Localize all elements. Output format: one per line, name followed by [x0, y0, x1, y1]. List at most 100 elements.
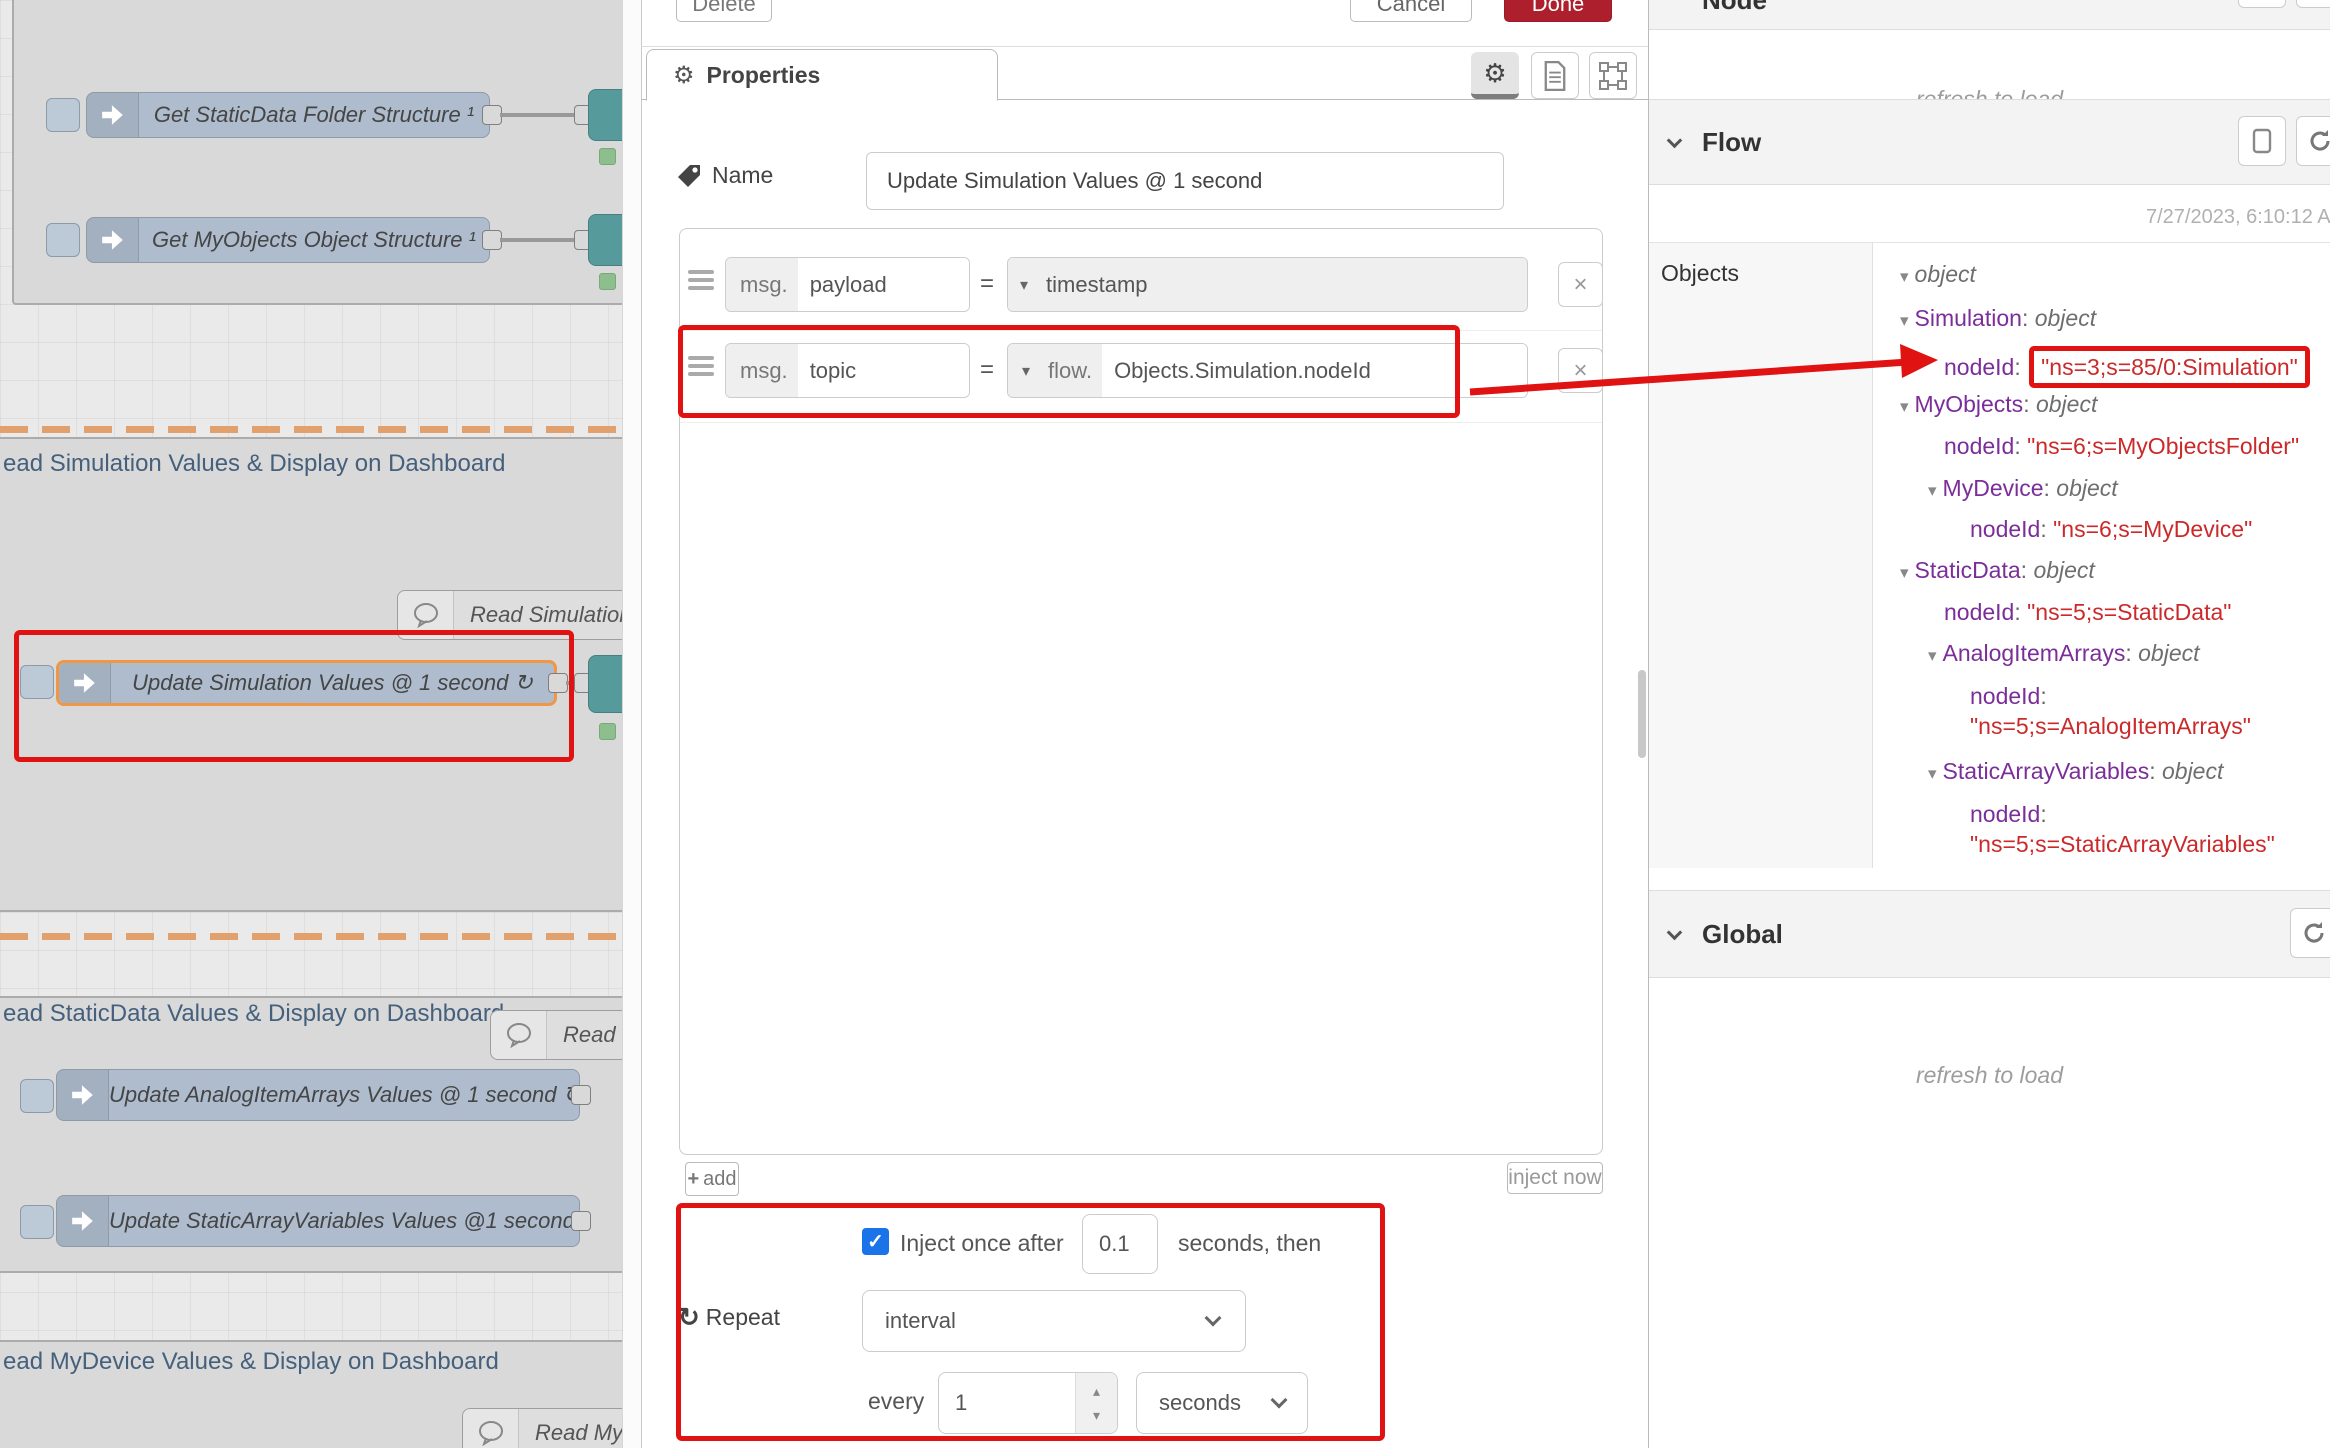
comment-node[interactable]: Read MyD — [462, 1408, 622, 1448]
remove-rule-button[interactable]: × — [1558, 262, 1603, 307]
tree-row[interactable]: ▾StaticData: object — [1900, 555, 2095, 588]
refresh-node-context-button[interactable] — [2296, 0, 2330, 8]
every-value-input[interactable]: 1 ▴ ▾ — [938, 1372, 1118, 1434]
flow-canvas[interactable]: Get StaticData Folder Structure ¹ Get My… — [0, 0, 622, 1448]
inject-node[interactable]: Update StaticArrayVariables Values @1 se… — [56, 1195, 580, 1247]
every-units-select[interactable]: seconds — [1136, 1372, 1308, 1434]
section-node-label: Node — [1702, 0, 1767, 16]
type-caret-icon[interactable]: ▾ — [1020, 275, 1028, 295]
inject-node[interactable]: Get StaticData Folder Structure ¹ — [86, 92, 490, 138]
refresh-flow-context-button[interactable] — [2296, 116, 2330, 166]
repeat-select[interactable]: interval — [862, 1290, 1246, 1352]
refresh-icon — [2301, 920, 2327, 946]
nodeid-value-highlighted: "ns=3;s=85/0:Simulation" — [2029, 346, 2310, 388]
inject-trigger-button[interactable] — [20, 665, 54, 699]
dialog-scrollbar[interactable] — [1638, 670, 1646, 758]
inject-node[interactable]: Get MyObjects Object Structure ¹ — [86, 217, 490, 263]
tree-row[interactable]: ▾Simulation: object — [1900, 303, 2096, 336]
opcua-node[interactable] — [588, 214, 622, 266]
inject-trigger-button[interactable] — [46, 98, 80, 132]
tree-row[interactable]: nodeId: "ns=5;s=AnalogItemArrays" — [1970, 681, 2251, 741]
repeat-value: interval — [885, 1308, 956, 1334]
group-title: ead StaticData Values & Display on Dashb… — [3, 1000, 504, 1028]
chevron-down-icon — [1667, 924, 1683, 940]
remove-rule-button[interactable]: × — [1558, 348, 1603, 393]
inject-node[interactable]: Update AnalogItemArrays Values @ 1 secon… — [56, 1069, 580, 1121]
rule-property-input[interactable]: msg. payload — [725, 257, 970, 312]
name-input[interactable]: Update Simulation Values @ 1 second — [866, 152, 1504, 210]
speech-bubble-icon — [398, 591, 454, 639]
node-label: Get MyObjects Object Structure ¹ — [139, 227, 489, 253]
context-value-column: ▾object ▾Simulation: object nodeId: "ns=… — [1873, 243, 2330, 868]
node-label: Update Simulation Values @ 1 second ↻ — [111, 670, 554, 696]
output-port[interactable] — [482, 105, 502, 125]
refresh-global-context-button[interactable] — [2290, 908, 2330, 958]
expand-triangle-icon[interactable]: ▾ — [1928, 764, 1937, 783]
drag-handle-icon[interactable] — [688, 352, 714, 380]
inject-once-checkbox[interactable]: ✓ — [862, 1228, 889, 1255]
tree-row[interactable]: ▾MyDevice: object — [1928, 473, 2118, 506]
tree-row[interactable]: nodeId: "ns=6;s=MyDevice" — [1970, 514, 2252, 544]
drag-handle-icon[interactable] — [688, 266, 714, 294]
gear-icon: ⚙ — [1483, 58, 1506, 89]
expand-triangle-icon[interactable]: ▾ — [1900, 563, 1909, 582]
output-port[interactable] — [571, 1211, 591, 1231]
done-button[interactable]: Done — [1504, 0, 1612, 22]
property-value: payload — [798, 258, 969, 311]
inject-once-delay-input[interactable]: 0.1 — [1082, 1214, 1158, 1274]
section-header-flow[interactable]: Flow — [1649, 99, 2330, 185]
inject-trigger-button[interactable] — [46, 223, 80, 257]
tab-description-button[interactable] — [1531, 52, 1579, 99]
rule-value-input[interactable]: ▾ flow. Objects.Simulation.nodeId — [1007, 343, 1528, 398]
tree-row[interactable]: ▾StaticArrayVariables: object — [1928, 756, 2223, 789]
add-rule-button[interactable]: + add — [685, 1162, 739, 1196]
output-port[interactable] — [482, 230, 502, 250]
number-stepper[interactable]: ▴ ▾ — [1075, 1373, 1117, 1433]
output-port[interactable] — [548, 673, 568, 693]
expand-triangle-icon[interactable]: ▾ — [1928, 481, 1937, 500]
expand-triangle-icon[interactable]: ▾ — [1900, 397, 1909, 416]
global-context-hint: refresh to load — [1649, 1062, 2330, 1089]
copy-flow-context-button[interactable] — [2238, 116, 2286, 166]
tree-row[interactable]: ▾object — [1900, 259, 1976, 292]
output-port[interactable] — [571, 1085, 591, 1105]
tree-row[interactable]: nodeId: "ns=5;s=StaticArrayVariables" — [1970, 799, 2275, 859]
inject-trigger-button[interactable] — [20, 1205, 54, 1239]
rule-property-input[interactable]: msg. topic — [725, 343, 970, 398]
inject-now-button[interactable]: inject now — [1507, 1162, 1603, 1194]
inject-node-selected[interactable]: Update Simulation Values @ 1 second ↻ — [56, 660, 557, 706]
opcua-node[interactable] — [588, 655, 622, 713]
status-badge — [599, 273, 616, 290]
tab-node-properties-button[interactable]: ⚙ — [1471, 52, 1519, 99]
tab-appearance-button[interactable] — [1589, 52, 1637, 99]
canvas-scrollbar-track[interactable] — [622, 0, 641, 1448]
comment-node[interactable]: Read Simulation — [397, 590, 622, 640]
rule-value-input[interactable]: ▾ timestamp — [1007, 257, 1528, 312]
tree-row[interactable]: nodeId: "ns=5;s=StaticData" — [1944, 597, 2231, 627]
tree-row[interactable]: ▾AnalogItemArrays: object — [1928, 638, 2200, 671]
type-caret-icon[interactable]: ▾ — [1022, 361, 1030, 381]
context-key-column: Objects — [1649, 243, 1873, 868]
section-header-node[interactable]: Node — [1649, 0, 2330, 30]
tree-row-nodeid-simulation[interactable]: nodeId: "ns=3;s=85/0:Simulation" — [1944, 346, 2310, 388]
step-down-icon[interactable]: ▾ — [1093, 1408, 1100, 1422]
node-label: Read MyD — [519, 1420, 622, 1446]
opcua-node[interactable] — [588, 89, 622, 141]
property-value: topic — [798, 344, 969, 397]
tree-row[interactable]: ▾MyObjects: object — [1900, 389, 2097, 422]
step-up-icon[interactable]: ▴ — [1093, 1384, 1100, 1398]
section-header-global[interactable]: Global — [1649, 890, 2330, 978]
copy-node-context-button[interactable] — [2238, 0, 2286, 8]
tree-row[interactable]: nodeId: "ns=6;s=MyObjectsFolder" — [1944, 431, 2299, 461]
node-label: Update AnalogItemArrays Values @ 1 secon… — [109, 1082, 579, 1108]
units-value: seconds — [1159, 1390, 1241, 1416]
delete-button[interactable]: Delete — [676, 0, 772, 22]
expand-triangle-icon[interactable]: ▾ — [1900, 311, 1909, 330]
tab-properties[interactable]: ⚙ Properties — [646, 49, 998, 101]
expand-triangle-icon[interactable]: ▾ — [1928, 646, 1937, 665]
name-field-label: Name — [676, 162, 773, 189]
cancel-button[interactable]: Cancel — [1350, 0, 1472, 22]
comment-node[interactable]: Read S — [490, 1010, 622, 1060]
expand-triangle-icon[interactable]: ▾ — [1900, 267, 1909, 286]
inject-trigger-button[interactable] — [20, 1079, 54, 1113]
